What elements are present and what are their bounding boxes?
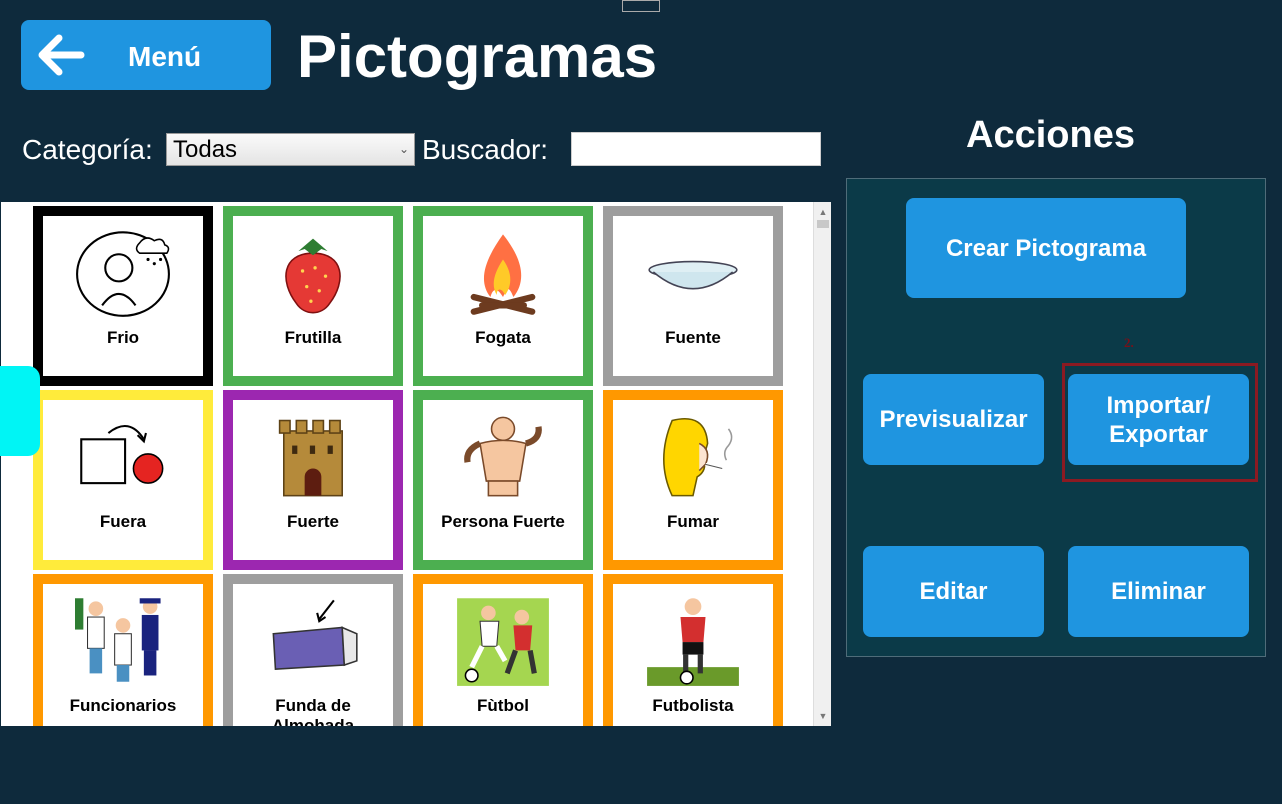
pictogram-label: Fuerte bbox=[287, 512, 339, 531]
pictogram-card[interactable]: Fuente bbox=[603, 206, 783, 386]
actions-title: Acciones bbox=[966, 114, 1135, 156]
outside-icon bbox=[80, 425, 164, 485]
pictogram-card[interactable]: Fogata bbox=[413, 206, 593, 386]
pictogram-label: Frio bbox=[106, 328, 140, 347]
pictogram-image bbox=[613, 216, 773, 328]
bottom-bar bbox=[0, 726, 1282, 804]
preview-button[interactable]: Previsualizar bbox=[863, 374, 1044, 465]
pictogram-label: Fuera bbox=[99, 512, 147, 531]
football-icon bbox=[457, 598, 549, 686]
footballer-icon bbox=[647, 598, 739, 686]
pictogram-image bbox=[423, 400, 583, 512]
arrow-left-icon bbox=[38, 34, 85, 76]
pictogram-card[interactable]: Funda de Almohada bbox=[223, 574, 403, 726]
pictogram-image bbox=[43, 400, 203, 512]
pictogram-label: Fuente bbox=[665, 328, 721, 347]
side-drawer-tab[interactable] bbox=[0, 366, 40, 456]
pictogram-image bbox=[423, 216, 583, 328]
edit-button[interactable]: Editar bbox=[863, 546, 1044, 637]
menu-button[interactable]: Menú bbox=[21, 20, 271, 90]
pictogram-grid: Frio Frutilla Fogata Fuente Fuera Fuerte Perso… bbox=[33, 206, 783, 726]
pictogram-card[interactable]: Futbolista bbox=[603, 574, 783, 726]
pictogram-card[interactable]: Frutilla bbox=[223, 206, 403, 386]
import-export-highlight bbox=[1062, 363, 1258, 482]
officials-icon bbox=[75, 598, 161, 682]
castle-icon bbox=[278, 419, 343, 497]
pictogram-card[interactable]: Fùtbol bbox=[413, 574, 593, 726]
category-select-value: Todas bbox=[173, 136, 238, 163]
category-label: Categoría: bbox=[22, 134, 153, 165]
pictogram-image bbox=[43, 584, 203, 696]
pictogram-image bbox=[613, 400, 773, 512]
pictogram-image bbox=[233, 216, 393, 328]
pictogram-card[interactable]: Frio bbox=[33, 206, 213, 386]
page-title: Pictogramas bbox=[297, 23, 658, 90]
pictogram-card[interactable]: Fuera bbox=[33, 390, 213, 570]
pictogram-image bbox=[233, 400, 393, 512]
pictogram-card[interactable]: Persona Fuerte bbox=[413, 390, 593, 570]
pictogram-image bbox=[613, 584, 773, 696]
create-pictogram-button[interactable]: Crear Pictograma bbox=[906, 198, 1186, 298]
delete-button[interactable]: Eliminar bbox=[1068, 546, 1249, 637]
search-input[interactable] bbox=[571, 132, 821, 166]
pictogram-label: Funda de Almohada bbox=[271, 696, 355, 726]
cold-person-icon bbox=[76, 231, 170, 317]
scroll-down-icon[interactable]: ▼ bbox=[814, 708, 831, 724]
pictogram-label: Fogata bbox=[475, 328, 531, 347]
menu-button-label: Menú bbox=[128, 41, 202, 72]
pictogram-label: Fùtbol bbox=[477, 696, 529, 715]
chevron-down-icon: ⌄ bbox=[398, 142, 409, 156]
pictogram-label: Frutilla bbox=[284, 328, 342, 347]
step-marker: 2. bbox=[1124, 335, 1134, 350]
pictogram-label: Funcionarios bbox=[69, 696, 177, 715]
pictogram-card[interactable]: Fumar bbox=[603, 390, 783, 570]
category-select[interactable]: Todas ⌄ bbox=[166, 133, 415, 166]
bowl-icon bbox=[648, 260, 738, 290]
pictogram-label: Fumar bbox=[667, 512, 719, 531]
pictogram-image bbox=[43, 216, 203, 328]
pictogram-image bbox=[233, 584, 393, 696]
scroll-thumb[interactable] bbox=[817, 220, 829, 228]
pictogram-grid-panel: Frio Frutilla Fogata Fuente Fuera Fuerte Perso… bbox=[1, 202, 831, 726]
scroll-up-icon[interactable]: ▲ bbox=[814, 204, 831, 220]
pictogram-image bbox=[423, 584, 583, 696]
pictogram-card[interactable]: Funcionarios bbox=[33, 574, 213, 726]
strong-person-icon bbox=[464, 416, 542, 497]
pictogram-label: Persona Fuerte bbox=[441, 512, 565, 531]
pictogram-label: Futbolista bbox=[652, 696, 734, 715]
smoking-icon bbox=[663, 418, 733, 497]
strawberry-icon bbox=[285, 238, 341, 314]
vertical-scrollbar[interactable]: ▲ ▼ bbox=[813, 202, 831, 726]
search-label: Buscador: bbox=[422, 134, 549, 165]
pictogram-card[interactable]: Fuerte bbox=[223, 390, 403, 570]
campfire-icon bbox=[470, 234, 536, 315]
pillowcase-icon bbox=[272, 599, 358, 671]
caption-box bbox=[622, 0, 660, 12]
top-caption-bar bbox=[0, 0, 1282, 12]
